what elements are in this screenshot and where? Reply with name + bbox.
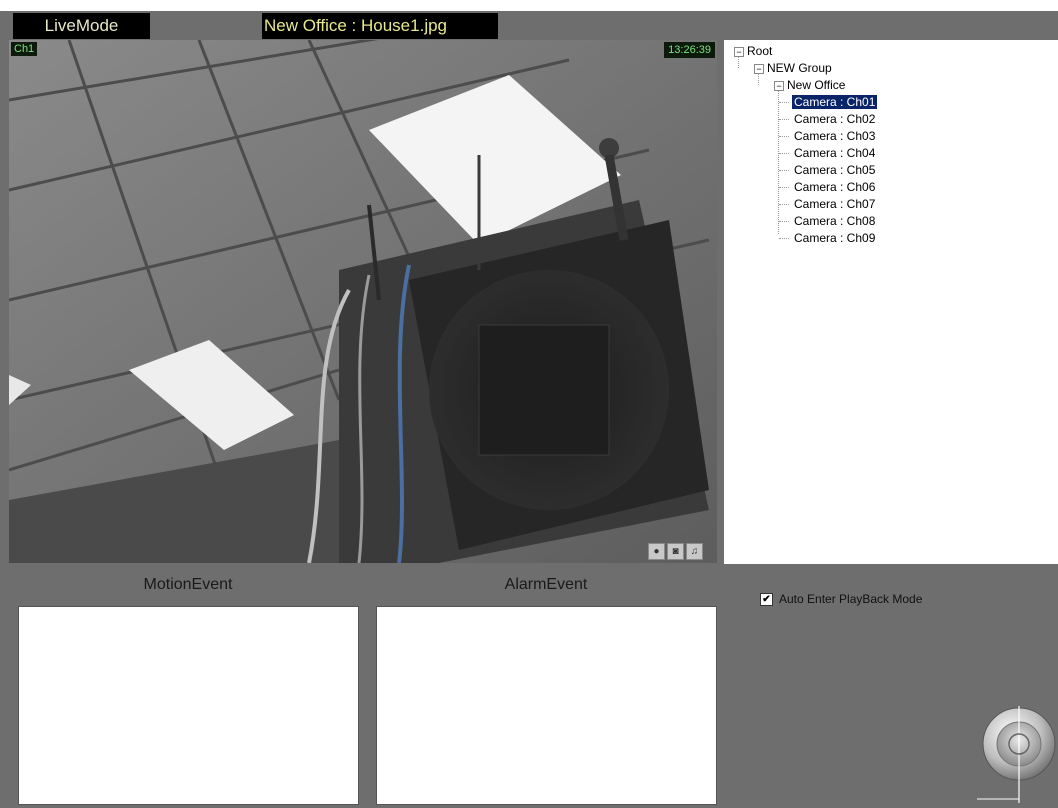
tree-node-camera-ch02[interactable]: Camera : Ch02	[792, 111, 877, 128]
tree-guide	[779, 170, 789, 171]
tree-guide	[778, 88, 779, 234]
auto-playback-option[interactable]: ✔ Auto Enter PlayBack Mode	[760, 592, 922, 606]
tree-node-camera-ch05[interactable]: Camera : Ch05	[792, 162, 877, 179]
tree-label-office: New Office	[787, 78, 846, 92]
device-tree[interactable]: − Root − NEW Group − New Office Camera : Ch…	[724, 40, 1058, 564]
live-video-view[interactable]: Ch1 13:26:39 ● ◙ ♫	[9, 40, 717, 563]
tree-node-root[interactable]: − Root	[734, 43, 772, 60]
tree-node-camera-ch03[interactable]: Camera : Ch03	[792, 128, 877, 145]
tree-label-camera: Camera : Ch08	[794, 214, 876, 228]
tree-guide	[779, 187, 789, 188]
tree-node-camera-ch01[interactable]: Camera : Ch01	[792, 94, 878, 111]
timestamp-label: 13:26:39	[664, 42, 715, 58]
tree-label-camera: Camera : Ch01	[792, 95, 878, 109]
camera-feed-image	[9, 40, 717, 563]
tree-node-camera-ch06[interactable]: Camera : Ch06	[792, 179, 877, 196]
record-icon[interactable]: ●	[648, 543, 665, 560]
alarm-event-list[interactable]	[376, 606, 717, 805]
motion-event-title: MotionEvent	[143, 576, 233, 593]
tree-guide	[779, 153, 789, 154]
tree-guide	[779, 204, 789, 205]
tree-label-camera: Camera : Ch03	[794, 129, 876, 143]
channel-label: Ch1	[11, 42, 38, 56]
tree-node-group[interactable]: − NEW Group	[754, 60, 832, 77]
tree-node-office[interactable]: − New Office	[774, 77, 845, 94]
tree-guide	[779, 119, 789, 120]
tree-node-camera-ch07[interactable]: Camera : Ch07	[792, 196, 877, 213]
mode-label[interactable]: LiveMode	[13, 13, 150, 39]
motion-event-list[interactable]	[18, 606, 359, 805]
collapse-icon[interactable]: −	[734, 46, 744, 57]
tree-label-camera: Camera : Ch04	[794, 146, 876, 160]
camera-icon[interactable]: ◙	[667, 543, 684, 560]
tree-guide	[779, 136, 789, 137]
alarm-event-title: AlarmEvent	[504, 576, 588, 593]
tree-label-group: NEW Group	[767, 61, 832, 75]
tree-guide	[779, 102, 789, 103]
tree-guide	[779, 238, 789, 239]
tree-label-camera: Camera : Ch07	[794, 197, 876, 211]
tree-label-camera: Camera : Ch05	[794, 163, 876, 177]
tree-node-camera-ch08[interactable]: Camera : Ch08	[792, 213, 877, 230]
window-title: New Office : House1.jpg	[262, 13, 498, 39]
video-icon-bar: ● ◙ ♫	[648, 543, 703, 560]
auto-playback-checkbox[interactable]: ✔	[760, 592, 773, 606]
tree-label-camera: Camera : Ch09	[794, 231, 876, 245]
collapse-icon[interactable]: −	[774, 80, 784, 91]
collapse-icon[interactable]: −	[754, 63, 764, 74]
tree-label-root: Root	[747, 44, 773, 58]
jog-knob-icon	[977, 706, 1056, 803]
tree-guide	[779, 221, 789, 222]
top-strip	[0, 0, 1058, 11]
tree-label-camera: Camera : Ch06	[794, 180, 876, 194]
bell-icon[interactable]: ♫	[686, 543, 703, 560]
tree-label-camera: Camera : Ch02	[794, 112, 876, 126]
jog-knob[interactable]	[977, 706, 1058, 803]
auto-playback-label: Auto Enter PlayBack Mode	[779, 592, 923, 606]
tree-node-camera-ch04[interactable]: Camera : Ch04	[792, 145, 877, 162]
tree-node-camera-ch09[interactable]: Camera : Ch09	[792, 230, 877, 247]
